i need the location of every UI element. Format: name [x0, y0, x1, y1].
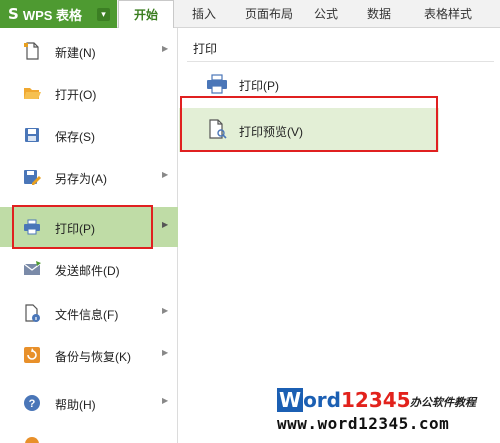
submenu-label-print: 打印(P) — [239, 79, 279, 93]
watermark-cn: 办公软件教程 — [410, 396, 476, 409]
backup-icon — [24, 347, 40, 363]
tab-home[interactable]: 开始 — [118, 0, 174, 29]
menu-label-file-info: 文件信息(F) — [55, 308, 119, 322]
print-submenu-panel: 打印 打印(P) 打印预览(V) — [179, 28, 500, 443]
app-name: WPS 表格 — [22, 7, 83, 23]
watermark-num: 12345 — [340, 388, 411, 412]
svg-text:?: ? — [29, 398, 36, 410]
menu-item-send-mail[interactable]: 发送邮件(D) — [0, 249, 178, 289]
new-doc-icon — [24, 42, 39, 60]
watermark-url: www.word12345.com — [277, 414, 450, 433]
chevron-right-icon: ▶ — [162, 44, 169, 53]
chevron-right-icon: ▶ — [162, 348, 169, 357]
menu-label-save: 保存(S) — [55, 130, 95, 144]
panel-divider — [187, 61, 494, 62]
menu-item-backup[interactable]: 备份与恢复(K) ▶ — [0, 335, 178, 375]
ribbon-bar: S WPS 表格 ▾ 开始 插入 页面布局 公式 数据 表格样式 — [0, 0, 500, 29]
annotation-highlight-print — [12, 205, 153, 249]
annotation-highlight-print-preview — [180, 96, 438, 152]
gear-icon — [25, 437, 39, 443]
watermark-logo: Word12345 — [277, 388, 411, 412]
tab-table-style[interactable]: 表格样式 — [424, 0, 472, 28]
partial-menu-icon — [23, 435, 41, 443]
menu-label-save-as: 另存为(A) — [55, 172, 107, 186]
app-menu-arrow-icon[interactable]: ▾ — [97, 8, 110, 21]
panel-title: 打印 — [193, 42, 218, 56]
menu-item-new[interactable]: 新建(N) ▶ — [0, 31, 178, 71]
watermark-ord: ord — [303, 388, 341, 412]
chevron-right-icon: ▶ — [162, 220, 169, 229]
mail-icon — [23, 261, 41, 275]
menu-item-save-as[interactable]: 另存为(A) ▶ — [0, 157, 178, 197]
chevron-right-icon: ▶ — [162, 306, 169, 315]
app-menu-button[interactable]: S WPS 表格 ▾ — [0, 0, 117, 28]
help-icon: ? — [24, 395, 40, 411]
menu-label-help: 帮助(H) — [55, 398, 96, 412]
tab-formula[interactable]: 公式 — [314, 0, 338, 28]
watermark: Word12345 办公软件教程 www.word12345.com — [277, 388, 497, 440]
menu-label-backup: 备份与恢复(K) — [55, 350, 131, 364]
save-icon — [25, 128, 39, 142]
menu-label-new: 新建(N) — [55, 46, 96, 60]
menu-label-open: 打开(O) — [55, 88, 97, 102]
tab-data[interactable]: 数据 — [367, 0, 391, 28]
tab-page-layout[interactable]: 页面布局 — [245, 0, 293, 28]
chevron-right-icon: ▶ — [162, 170, 169, 179]
menu-item-file-info[interactable]: 文件信息(F) ▶ — [0, 293, 178, 333]
menu-item-save[interactable]: 保存(S) — [0, 115, 178, 155]
menu-label-send-mail: 发送邮件(D) — [55, 264, 120, 278]
printer-icon — [207, 74, 227, 94]
watermark-w: W — [277, 388, 304, 412]
chevron-right-icon: ▶ — [162, 396, 169, 405]
tab-insert[interactable]: 插入 — [192, 0, 216, 28]
save-as-icon — [24, 170, 41, 185]
folder-open-icon — [24, 88, 41, 99]
menu-item-open[interactable]: 打开(O) — [0, 73, 178, 113]
menu-item-help[interactable]: ? 帮助(H) ▶ — [0, 383, 178, 423]
wps-logo-icon: S — [8, 5, 19, 23]
file-info-icon — [25, 304, 40, 322]
